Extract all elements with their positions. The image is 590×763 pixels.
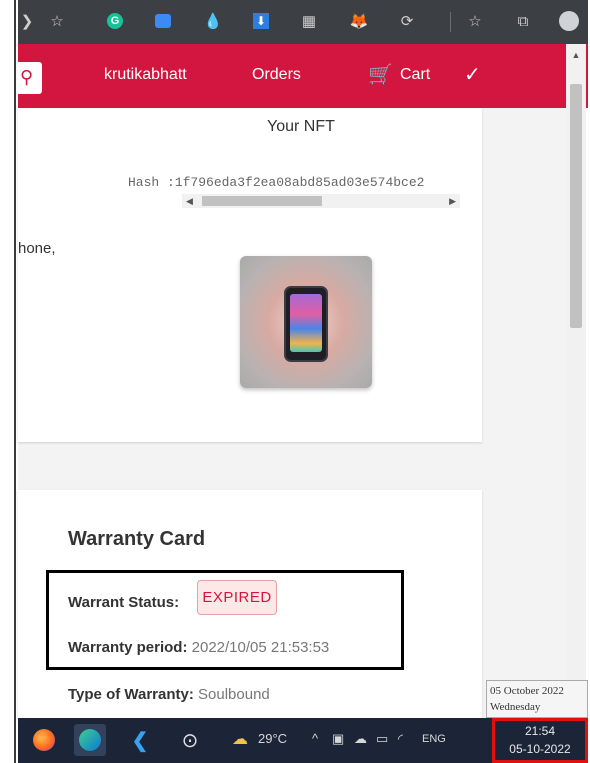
- warranty-type-label: Type of Warranty:: [68, 686, 194, 703]
- download-extension-icon[interactable]: ⬇: [250, 10, 272, 32]
- tooltip-date: 05 October 2022: [490, 685, 564, 697]
- battery-icon[interactable]: ▭: [376, 731, 388, 747]
- scroll-up-arrow-icon[interactable]: ▲: [566, 50, 586, 60]
- metamask-extension-icon[interactable]: 🦊: [348, 10, 370, 32]
- nft-description-text: hone,: [18, 240, 56, 257]
- screen-capture-extension-icon[interactable]: [152, 10, 174, 32]
- warranty-type-row: Type of Warranty: Soulbound: [68, 686, 270, 703]
- annotation-clock-highlight: [492, 718, 588, 763]
- hash-label: Hash :: [128, 175, 175, 190]
- bookmark-star-icon[interactable]: ☆: [46, 10, 68, 32]
- weather-icon[interactable]: ☁: [232, 729, 248, 749]
- profile-avatar-icon[interactable]: [558, 10, 580, 32]
- nft-card: Your NFT Hash :1f796eda3f2ea08abd85ad03e…: [18, 108, 482, 442]
- meet-now-icon[interactable]: ▣: [332, 731, 344, 747]
- search-icon: ⚲: [20, 67, 34, 87]
- vscode-icon[interactable]: ❮: [124, 724, 156, 756]
- onedrive-icon[interactable]: ☁: [354, 731, 367, 747]
- vertical-scrollbar[interactable]: ▲: [566, 44, 586, 720]
- edge-icon[interactable]: [74, 724, 106, 756]
- nav-orders-link[interactable]: Orders: [252, 66, 301, 84]
- hash-scrollbar-thumb[interactable]: [202, 196, 322, 206]
- nav-cart-link[interactable]: Cart: [400, 66, 430, 84]
- toolbar-separator: [450, 12, 451, 32]
- scrollbar-thumb[interactable]: [570, 84, 582, 328]
- tooltip-day: Wednesday: [490, 701, 541, 713]
- smartphone-icon: [284, 286, 328, 362]
- warranty-type-value: Soulbound: [198, 686, 270, 703]
- browser-toolbar: ❯ ☆ G 💧 ⬇ ▦ 🦊 ⟳ ☆ ⧉: [18, 0, 588, 44]
- favorites-icon[interactable]: ☆: [464, 10, 486, 32]
- hash-row: Hash :1f796eda3f2ea08abd85ad03e574bce2: [128, 175, 424, 190]
- nav-user-link[interactable]: krutikabhatt: [104, 66, 187, 84]
- check-add-icon[interactable]: ✓: [464, 62, 481, 87]
- warranty-card-title: Warranty Card: [68, 528, 206, 550]
- firefox-icon[interactable]: [28, 724, 60, 756]
- date-tooltip: 05 October 2022 Wednesday: [486, 680, 588, 718]
- nft-image: [240, 256, 372, 388]
- puzzle-extension-icon[interactable]: ▦: [298, 10, 320, 32]
- wifi-icon[interactable]: ◜: [398, 731, 403, 747]
- collections-icon[interactable]: ⧉: [512, 10, 534, 32]
- scroll-left-arrow-icon[interactable]: ◀: [186, 194, 193, 208]
- hash-value: 1f796eda3f2ea08abd85ad03e574bce2: [174, 175, 425, 190]
- screen-recorder-icon[interactable]: ⊙: [174, 724, 206, 756]
- extensions-icon[interactable]: ⟳: [396, 10, 418, 32]
- app-navbar: ⚲ krutikabhatt Orders 🛒 Cart ✓: [18, 44, 588, 108]
- window-left-edge: [0, 0, 16, 763]
- hash-horizontal-scrollbar[interactable]: ◀ ▶: [182, 194, 460, 208]
- show-hidden-icons-chevron-icon[interactable]: ^: [312, 731, 318, 746]
- temperature-text[interactable]: 29°C: [258, 731, 287, 746]
- drop-extension-icon[interactable]: 💧: [202, 10, 224, 32]
- annotation-highlight-box: [46, 570, 404, 670]
- cart-icon[interactable]: 🛒: [368, 62, 393, 87]
- grammarly-extension-icon[interactable]: G: [104, 10, 126, 32]
- scroll-right-arrow-icon[interactable]: ▶: [449, 194, 456, 208]
- page-info-icon[interactable]: ❯: [16, 10, 38, 32]
- search-button[interactable]: ⚲: [18, 62, 42, 94]
- language-indicator[interactable]: ENG: [422, 733, 446, 745]
- nft-title: Your NFT: [267, 118, 335, 135]
